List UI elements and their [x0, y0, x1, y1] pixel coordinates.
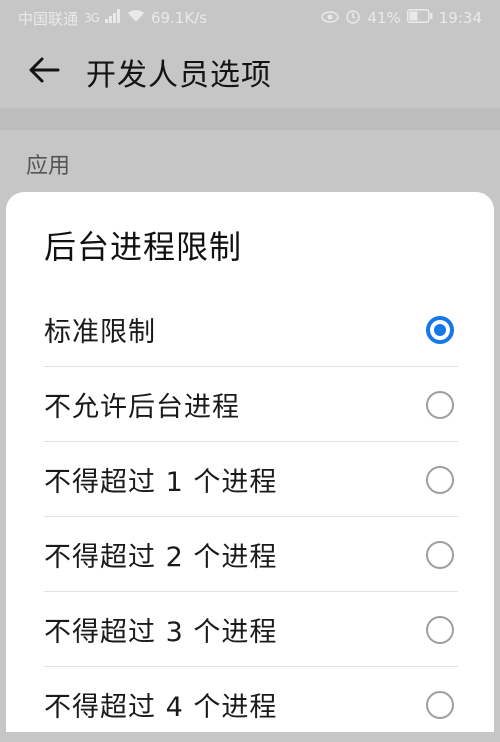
option-label: 不得超过 3 个进程 — [44, 617, 278, 648]
option-label: 不得超过 2 个进程 — [44, 542, 278, 573]
radio-unselected-icon[interactable] — [426, 390, 454, 419]
background-process-limit-dialog: 后台进程限制 标准限制 不允许后台进程 不得超过 1 个进程 不得超过 2 个进… — [6, 192, 494, 732]
network-speed: 69.1K/s — [150, 9, 208, 27]
status-left: 中国联通 3G 69.1K/s — [18, 8, 207, 29]
option-label: 不允许后台进程 — [44, 392, 240, 423]
radio-unselected-icon[interactable] — [426, 465, 454, 494]
battery-icon — [406, 9, 433, 27]
wifi-icon — [127, 9, 145, 27]
alarm-icon — [345, 8, 361, 28]
app-header: 开发人员选项 — [0, 36, 500, 108]
back-arrow-icon — [28, 56, 60, 88]
option-max-2[interactable]: 不得超过 2 个进程 — [44, 517, 458, 592]
clock: 19:34 — [438, 9, 482, 27]
back-button[interactable] — [24, 52, 64, 92]
option-label: 不得超过 1 个进程 — [44, 467, 278, 498]
section-divider — [0, 108, 500, 130]
radio-unselected-icon[interactable] — [426, 615, 454, 644]
carrier-label: 中国联通 — [18, 9, 79, 28]
radio-unselected-icon[interactable] — [426, 690, 454, 719]
dialog-title: 后台进程限制 — [44, 228, 243, 266]
option-max-1[interactable]: 不得超过 1 个进程 — [44, 442, 458, 517]
option-label: 不得超过 4 个进程 — [44, 692, 278, 723]
page-title: 开发人员选项 — [86, 58, 272, 93]
signal-icon — [104, 9, 121, 27]
radio-selected-icon[interactable] — [426, 315, 454, 344]
option-label: 标准限制 — [44, 317, 156, 348]
status-bar: 中国联通 3G 69.1K/s 41% 19:34 — [0, 0, 500, 36]
battery-percent: 41% — [367, 9, 401, 27]
option-no-background[interactable]: 不允许后台进程 — [44, 367, 458, 442]
radio-unselected-icon[interactable] — [426, 540, 454, 569]
network-type: 3G — [84, 11, 100, 25]
option-max-3[interactable]: 不得超过 3 个进程 — [44, 592, 458, 667]
eye-icon — [321, 9, 340, 27]
status-right: 41% 19:34 — [321, 8, 482, 28]
option-standard-limit[interactable]: 标准限制 — [44, 292, 458, 367]
option-max-4[interactable]: 不得超过 4 个进程 — [44, 667, 458, 742]
section-label: 应用 — [26, 154, 71, 179]
